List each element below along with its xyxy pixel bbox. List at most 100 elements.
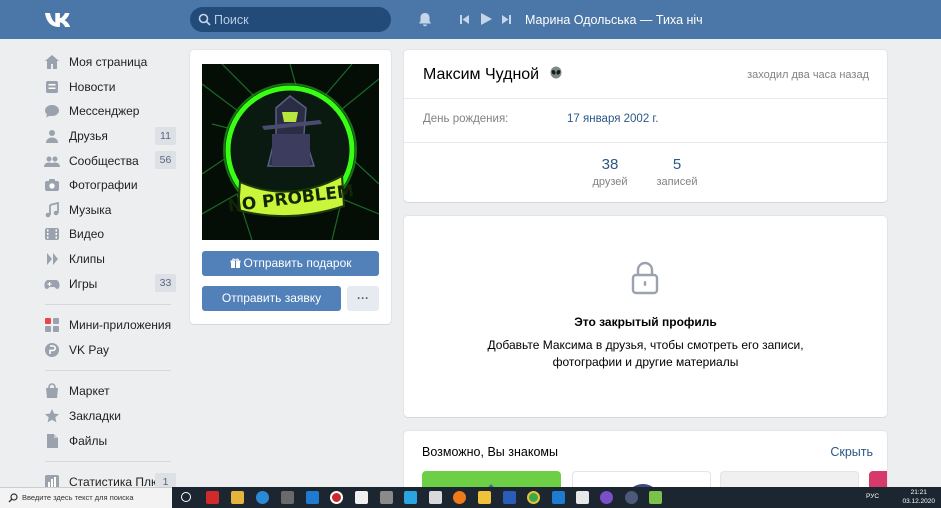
camera-app-icon[interactable] xyxy=(380,491,393,504)
store-icon[interactable] xyxy=(355,491,368,504)
app-icon[interactable] xyxy=(206,491,219,504)
clock[interactable]: 21:21 03.12.2020 xyxy=(902,488,935,506)
firefox-icon[interactable] xyxy=(453,491,466,504)
chrome-icon[interactable] xyxy=(527,491,540,504)
search-box[interactable] xyxy=(190,7,391,32)
edge-icon[interactable] xyxy=(256,491,269,504)
send-request-button[interactable]: Отправить заявку xyxy=(202,286,341,311)
alien-emoji-icon xyxy=(550,66,562,79)
explorer-icon[interactable] xyxy=(231,491,244,504)
opera-icon[interactable] xyxy=(330,491,343,504)
sidebar-count-badge: 56 xyxy=(155,151,176,170)
app-icon[interactable] xyxy=(552,491,565,504)
sidebar-item-communities[interactable]: Сообщества 56 xyxy=(41,148,177,173)
sidebar-item-camera[interactable]: Фотографии xyxy=(41,173,177,198)
birthday-value[interactable]: 17 января 2002 г. xyxy=(567,113,658,125)
posts-count: 5 xyxy=(672,156,682,173)
music-icon xyxy=(45,201,59,218)
sidebar-item-apps[interactable]: Мини-приложения xyxy=(41,313,177,338)
now-playing-track[interactable]: Марина Одольська — Тиха ніч xyxy=(525,13,703,27)
steam-icon[interactable] xyxy=(625,491,638,504)
send-gift-label: Отправить подарок xyxy=(243,256,352,270)
sidebar-item-label: Видео xyxy=(69,227,105,242)
search-input[interactable] xyxy=(214,10,384,29)
sidebar-item-music[interactable]: Музыка xyxy=(41,198,177,223)
app-icon[interactable] xyxy=(649,491,662,504)
friends-counter[interactable]: 38 друзей xyxy=(580,156,640,188)
sidebar-item-home[interactable]: Моя страница xyxy=(41,50,177,75)
gift-icon xyxy=(230,258,241,269)
sidebar-item-label: Моя страница xyxy=(69,55,148,70)
sidebar-item-video[interactable]: Видео xyxy=(41,222,177,247)
mail-icon[interactable] xyxy=(306,491,319,504)
bell-icon[interactable] xyxy=(418,12,432,27)
closed-profile-text: Добавьте Максима в друзья, чтобы смотрет… xyxy=(487,338,804,369)
clock-time: 21:21 xyxy=(910,489,927,496)
send-gift-button[interactable]: Отправить подарок xyxy=(202,251,379,276)
profile-name: Максим Чудной xyxy=(423,66,540,83)
closed-profile-card: Это закрытый профиль Добавьте Максима в … xyxy=(404,216,887,417)
vkpay-icon xyxy=(45,342,59,357)
sidebar-item-gamepad[interactable]: Игры 33 xyxy=(41,271,177,296)
search-icon xyxy=(8,493,18,503)
word-icon[interactable] xyxy=(503,491,516,504)
taskbar-search-box[interactable]: Введите здесь текст для поиска xyxy=(0,487,172,508)
sidebar-item-label: VK Pay xyxy=(69,342,110,357)
sidebar-item-label: Мини-приложения xyxy=(69,318,172,333)
sidebar-item-market[interactable]: Маркет xyxy=(41,379,177,404)
sidebar-item-news[interactable]: Новости xyxy=(41,75,177,100)
sidebar-item-label: Маркет xyxy=(69,384,110,399)
vk-logo-icon[interactable] xyxy=(44,11,74,29)
sidebar-item-clips[interactable]: Клипы xyxy=(41,247,177,272)
clock-date: 03.12.2020 xyxy=(902,498,935,505)
left-sidebar: Моя страница Новости Мессенджер Друзья 11 Соо… xyxy=(41,50,177,495)
friends-count-label: друзей xyxy=(592,176,628,188)
posts-counter[interactable]: 5 записей xyxy=(647,156,707,188)
windows-taskbar: Введите здесь текст для поиска РУС 21:21… xyxy=(0,487,941,508)
send-request-label: Отправить заявку xyxy=(221,291,322,305)
sidebar-item-friends[interactable]: Друзья 11 xyxy=(41,124,177,149)
language-indicator[interactable]: РУС xyxy=(866,493,879,500)
search-icon xyxy=(198,13,211,26)
clips-icon xyxy=(47,253,58,266)
sidebar-item-star[interactable]: Закладки xyxy=(41,404,177,429)
profile-name-row: Максим Чудной xyxy=(423,66,563,84)
apps-icon xyxy=(45,318,59,333)
file-icon xyxy=(47,433,58,448)
profile-avatar[interactable]: NO PROBLEM xyxy=(202,64,379,240)
previous-track-icon[interactable] xyxy=(459,14,470,25)
avatar-card: NO PROBLEM Отправить подарок Отправить з… xyxy=(190,50,391,324)
play-icon[interactable] xyxy=(480,12,493,26)
star-icon xyxy=(44,409,60,423)
files-icon[interactable] xyxy=(478,491,491,504)
skype-icon[interactable] xyxy=(404,491,417,504)
sidebar-item-label: Друзья xyxy=(69,129,108,144)
sidebar-item-label: Клипы xyxy=(69,252,105,267)
hide-suggestions-link[interactable]: Скрыть xyxy=(830,445,873,459)
cortana-icon[interactable] xyxy=(181,492,191,502)
avatar-image: NO PROBLEM xyxy=(202,64,379,240)
news-icon xyxy=(46,80,58,93)
gamepad-icon xyxy=(44,279,60,289)
friends-icon xyxy=(46,130,58,144)
last-seen-status: заходил два часа назад xyxy=(747,69,869,81)
top-header: Марина Одольська — Тиха ніч xyxy=(0,0,941,39)
sidebar-item-vkpay[interactable]: VK Pay xyxy=(41,338,177,363)
sidebar-count-badge: 33 xyxy=(155,274,176,293)
app-icon[interactable] xyxy=(429,491,442,504)
app-icon[interactable] xyxy=(576,491,589,504)
sidebar-item-label: Закладки xyxy=(69,409,121,424)
sidebar-item-label: Файлы xyxy=(69,433,108,448)
sidebar-item-messenger[interactable]: Мессенджер xyxy=(41,99,177,124)
more-actions-button[interactable]: ··· xyxy=(347,286,379,311)
next-track-icon[interactable] xyxy=(501,14,512,25)
viber-icon[interactable] xyxy=(600,491,613,504)
camera-icon xyxy=(45,179,59,192)
messenger-icon xyxy=(45,105,59,118)
sidebar-item-label: Фотографии xyxy=(69,178,138,193)
sidebar-item-label: Новости xyxy=(69,79,116,94)
suggestions-title: Возможно, Вы знакомы xyxy=(422,445,558,459)
sidebar-item-file[interactable]: Файлы xyxy=(41,428,177,453)
app-icon[interactable] xyxy=(281,491,294,504)
home-icon xyxy=(45,55,59,70)
